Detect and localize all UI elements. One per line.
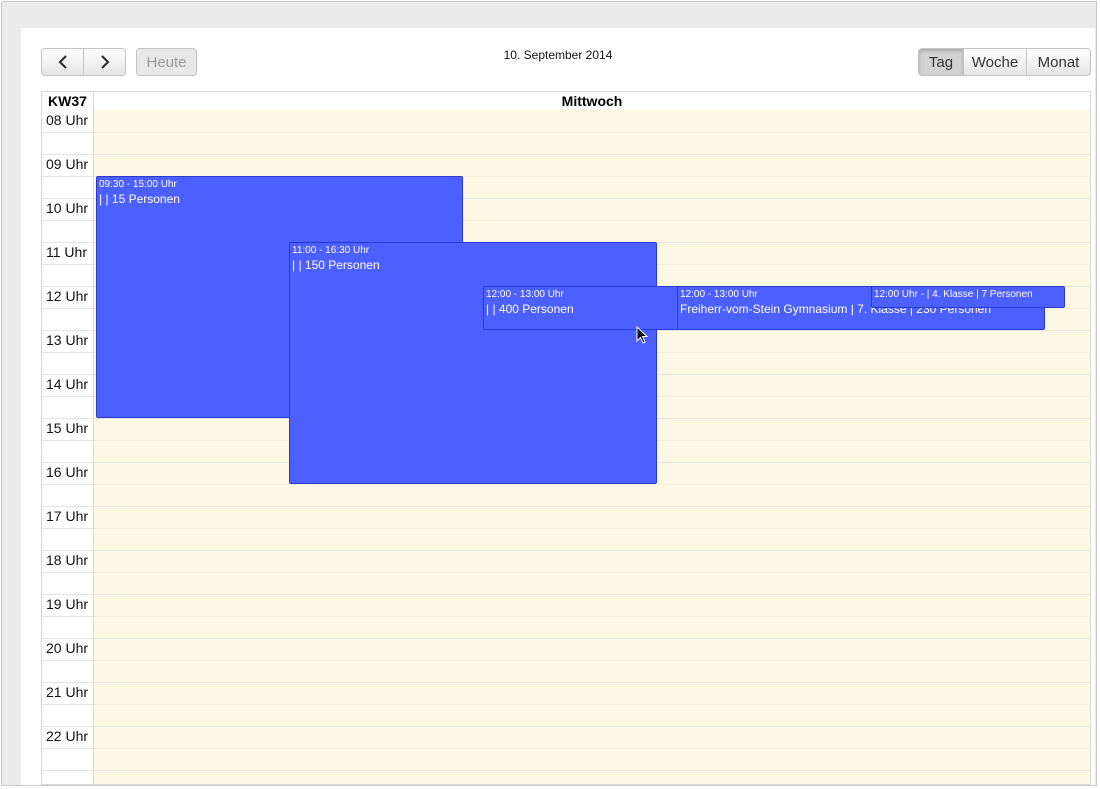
hour-line xyxy=(94,638,1090,639)
hour-label: 17 Uhr xyxy=(46,508,89,524)
half-hour-line xyxy=(42,220,93,221)
half-hour-line xyxy=(42,308,93,309)
half-hour-line xyxy=(94,528,1090,529)
view-week-button[interactable]: Woche xyxy=(964,48,1027,76)
hour-label: 09 Uhr xyxy=(46,156,89,172)
half-hour-line xyxy=(42,528,93,529)
hour-line xyxy=(42,770,93,771)
half-hour-line xyxy=(42,176,93,177)
hour-label: 18 Uhr xyxy=(46,552,89,568)
half-hour-line xyxy=(42,264,93,265)
half-hour-line xyxy=(94,484,1090,485)
calendar-event[interactable]: 11:00 - 16:30 Uhr | | 150 Personen xyxy=(289,242,657,484)
hour-line xyxy=(94,726,1090,727)
hour-line xyxy=(94,770,1090,771)
hour-label: 20 Uhr xyxy=(46,640,89,656)
hour-label: 08 Uhr xyxy=(46,112,89,128)
hour-label: 10 Uhr xyxy=(46,200,89,216)
mouse-cursor-icon xyxy=(636,325,649,350)
calendar-header: KW37 Mittwoch xyxy=(42,92,1090,111)
calendar-grid: KW37 Mittwoch 08 Uhr 09 Uhr 10 Uhr 11 Uhr 12… xyxy=(41,91,1091,785)
half-hour-line xyxy=(42,748,93,749)
hour-label: 15 Uhr xyxy=(46,420,89,436)
half-hour-line xyxy=(94,704,1090,705)
event-title: | | 400 Personen xyxy=(486,302,574,316)
window-frame: Heute 10. September 2014 Tag Woche Monat… xyxy=(1,1,1097,786)
half-hour-line xyxy=(42,484,93,485)
half-hour-line xyxy=(42,440,93,441)
hour-line xyxy=(94,154,1090,155)
event-time: 12:00 - 13:00 Uhr xyxy=(486,289,564,300)
hour-line xyxy=(94,682,1090,683)
week-number-label: KW37 xyxy=(42,92,94,110)
event-title: | | 150 Personen xyxy=(292,258,380,272)
hour-label: 14 Uhr xyxy=(46,376,89,392)
hour-label: 22 Uhr xyxy=(46,728,89,744)
hour-label: 13 Uhr xyxy=(46,332,89,348)
day-column[interactable]: 09:30 - 15:00 Uhr | | 15 Personen 11:00 - … xyxy=(94,110,1090,784)
half-hour-line xyxy=(94,660,1090,661)
view-day-button[interactable]: Tag xyxy=(918,48,964,76)
hour-label: 21 Uhr xyxy=(46,684,89,700)
half-hour-line xyxy=(42,660,93,661)
view-month-button[interactable]: Monat xyxy=(1027,48,1091,76)
hour-line xyxy=(94,506,1090,507)
view-switcher: Tag Woche Monat xyxy=(918,48,1091,76)
half-hour-line xyxy=(94,616,1090,617)
half-hour-line xyxy=(94,132,1090,133)
hour-label: 19 Uhr xyxy=(46,596,89,612)
hour-label: 11 Uhr xyxy=(46,244,87,260)
calendar-page: Heute 10. September 2014 Tag Woche Monat… xyxy=(21,28,1095,785)
half-hour-line xyxy=(94,572,1090,573)
calendar-event[interactable]: 12:00 - 13:00 Uhr | | 400 Personen xyxy=(483,286,679,330)
event-time: 09:30 - 15:00 Uhr xyxy=(99,179,177,190)
half-hour-line xyxy=(42,616,93,617)
hour-line xyxy=(94,550,1090,551)
half-hour-line xyxy=(42,132,93,133)
half-hour-line xyxy=(42,572,93,573)
half-hour-line xyxy=(94,748,1090,749)
half-hour-line xyxy=(42,704,93,705)
day-header: Mittwoch xyxy=(561,93,623,109)
time-axis: 08 Uhr 09 Uhr 10 Uhr 11 Uhr 12 Uhr 13 Uhr 14 U… xyxy=(42,110,94,784)
hour-label: 16 Uhr xyxy=(46,464,89,480)
hour-label: 12 Uhr xyxy=(46,288,89,304)
calendar-event[interactable]: 12:00 Uhr - | 4. Klasse | 7 Personen xyxy=(871,286,1065,308)
hour-line xyxy=(94,594,1090,595)
event-time: 12:00 Uhr - | 4. Klasse | 7 Personen xyxy=(874,289,1033,300)
half-hour-line xyxy=(42,352,93,353)
event-time: 11:00 - 16:30 Uhr xyxy=(292,245,370,256)
event-title: | | 15 Personen xyxy=(99,192,180,206)
half-hour-line xyxy=(42,396,93,397)
